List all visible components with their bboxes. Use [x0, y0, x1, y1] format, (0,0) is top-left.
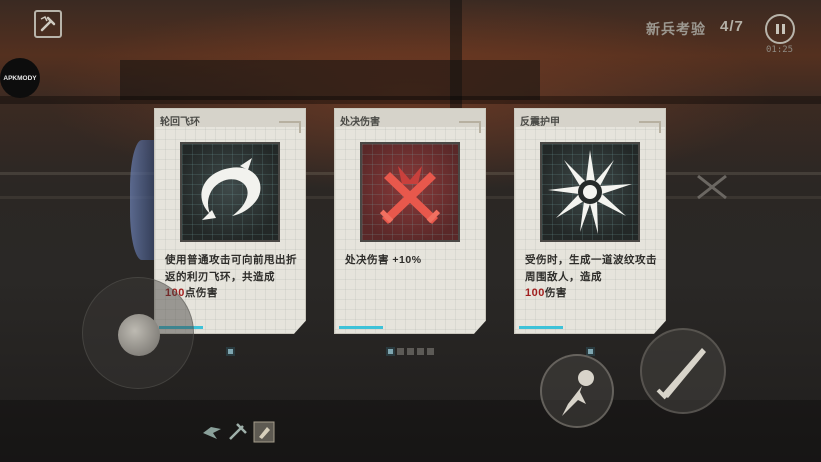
card-corner-deco: [459, 121, 481, 133]
dodge-button[interactable]: [540, 354, 614, 428]
card-1-indicator: [226, 347, 235, 356]
shockwave-icon: [548, 150, 632, 234]
upgrade-card-2[interactable]: 处决伤害 处决伤害 +10%: [334, 108, 486, 334]
page-dot: [407, 348, 414, 355]
bg-wall-line: [0, 96, 821, 104]
enemy-marker-icon: [697, 174, 727, 200]
skill-slot-1-icon[interactable]: [201, 421, 223, 443]
card-description: 使用普通攻击可向前甩出折返的利刃飞环，共造成 100点伤害: [165, 254, 297, 299]
joystick-knob[interactable]: [118, 314, 160, 356]
page-dot: [397, 348, 404, 355]
upgrade-card-3[interactable]: 反震护甲 受伤时，生成一道波纹攻击周围敌人，造成 100伤害: [514, 108, 666, 334]
bg-pillar: [450, 0, 462, 110]
sword-attack-icon: [656, 348, 706, 400]
skill-slot-3-icon[interactable]: [253, 421, 275, 443]
card-title: 轮回飞环: [160, 117, 200, 128]
wave-counter: 4/7: [720, 18, 744, 35]
card-description: 受伤时，生成一道波纹攻击周围敌人，造成 100伤害: [525, 254, 657, 299]
card-2-indicator: [386, 347, 395, 356]
card-corner-deco: [639, 121, 661, 133]
page-dot: [427, 348, 434, 355]
skill-slot-2-icon[interactable]: [227, 421, 249, 443]
wrench-icon: [40, 15, 56, 32]
watermark-logo: APKMODY: [0, 58, 40, 98]
card-icon-frame: [360, 142, 460, 242]
crossed-swords-icon: [379, 166, 441, 224]
pause-button[interactable]: [765, 14, 795, 44]
card-title: 处决伤害: [340, 117, 380, 128]
bg-structure: [120, 60, 540, 100]
attack-button[interactable]: [640, 328, 726, 414]
ring-blade-icon: [201, 158, 261, 220]
stage-title: 新兵考验: [646, 21, 706, 37]
card-damage-value: 100: [525, 287, 545, 299]
build-tools-button[interactable]: [34, 10, 62, 38]
stage-timer: 01:25: [766, 45, 794, 55]
card-corner-deco: [279, 121, 301, 133]
card-icon-frame: [540, 142, 640, 242]
card-icon-frame: [180, 142, 280, 242]
page-dot: [417, 348, 424, 355]
game-scene: 新兵考验 4/7 01:25 APKMODY 轮回飞环 使用普通攻击可向前甩出折…: [0, 0, 821, 462]
card-description: 处决伤害 +10%: [345, 254, 422, 266]
dodge-skill-icon: [562, 370, 594, 416]
card-title: 反震护甲: [520, 117, 560, 128]
